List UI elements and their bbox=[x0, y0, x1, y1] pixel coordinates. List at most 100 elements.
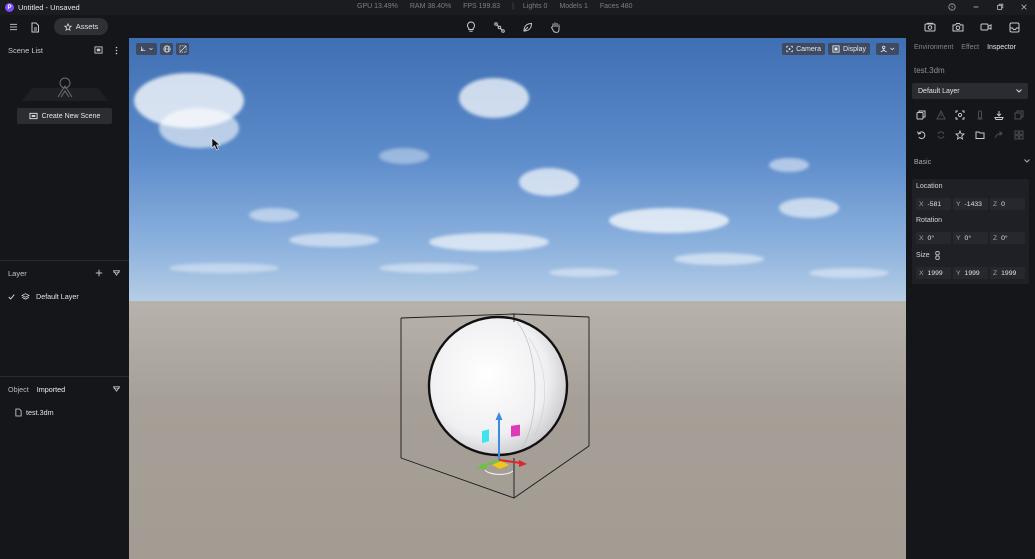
tab-imported[interactable]: Imported bbox=[37, 385, 65, 394]
axis-x-label: X bbox=[919, 200, 924, 208]
layers-icon bbox=[21, 293, 30, 300]
location-label: Location bbox=[916, 183, 943, 190]
axis-x-label: X bbox=[919, 269, 924, 277]
3d-viewport[interactable]: Camera Display bbox=[129, 38, 906, 559]
minimize-button[interactable] bbox=[971, 2, 981, 12]
camera-button[interactable]: Camera bbox=[782, 43, 825, 55]
rotation-y-field[interactable]: Y 0° bbox=[953, 232, 988, 244]
material-icon[interactable] bbox=[954, 129, 966, 141]
more-options-icon[interactable] bbox=[110, 43, 122, 57]
snap-dropdown-button[interactable] bbox=[876, 43, 899, 55]
rotation-x-field[interactable]: X 0° bbox=[916, 232, 951, 244]
window-title: Untitled - Unsaved bbox=[18, 3, 80, 12]
size-y-value: 1999 bbox=[964, 269, 980, 277]
stats-separator: | bbox=[512, 3, 514, 10]
axis-x-label: X bbox=[919, 234, 924, 242]
photo-camera-icon[interactable] bbox=[950, 19, 966, 35]
transform-properties: Location X -581 Y -1433 Z0 Rotation X 0° Y0… bbox=[912, 179, 1029, 284]
rotation-z-field[interactable]: Z 0° bbox=[990, 232, 1025, 244]
warning-icon[interactable] bbox=[935, 109, 947, 121]
folder-icon[interactable] bbox=[974, 129, 986, 141]
app-logo-icon: P bbox=[5, 3, 14, 12]
restore-button[interactable] bbox=[995, 2, 1005, 12]
rotation-x-value: 0° bbox=[927, 234, 935, 242]
left-panel: Scene List Create New Scene Layer Defaul… bbox=[0, 38, 129, 559]
axis-z-label: Z bbox=[993, 269, 998, 277]
object-tabs: Object Imported bbox=[8, 385, 65, 394]
tab-object[interactable]: Object bbox=[8, 385, 29, 394]
group-icon[interactable] bbox=[1013, 129, 1025, 141]
location-x-field[interactable]: X -581 bbox=[916, 198, 951, 210]
add-layer-button[interactable] bbox=[92, 266, 106, 280]
axis-dropdown-button[interactable] bbox=[136, 43, 157, 55]
location-z-value: 0 bbox=[1001, 200, 1005, 208]
checkmark-icon[interactable] bbox=[8, 293, 15, 300]
object-filter-icon[interactable] bbox=[110, 382, 122, 396]
leaf-icon[interactable] bbox=[519, 19, 535, 35]
undo-icon[interactable] bbox=[915, 129, 927, 141]
create-new-scene-button[interactable]: Create New Scene bbox=[17, 108, 112, 124]
right-panel: Environment Effect Inspector test.3dm De… bbox=[906, 38, 1035, 559]
document-icon[interactable] bbox=[27, 19, 43, 35]
lightbulb-icon[interactable] bbox=[463, 19, 479, 35]
close-button[interactable] bbox=[1019, 2, 1029, 12]
chevron-down-icon bbox=[149, 47, 153, 51]
layer-name: Default Layer bbox=[36, 292, 79, 301]
hand-icon[interactable] bbox=[547, 19, 563, 35]
file-list-item[interactable]: test.3dm bbox=[15, 408, 54, 417]
scene-add-icon bbox=[29, 112, 38, 120]
axis-z-label: Z bbox=[993, 234, 998, 242]
video-camera-icon[interactable] bbox=[978, 19, 994, 35]
measure-button[interactable] bbox=[176, 43, 189, 55]
tab-inspector[interactable]: Inspector bbox=[987, 44, 1016, 51]
size-y-field[interactable]: Y 1999 bbox=[953, 267, 988, 279]
fps-stat: FPS 199.83 bbox=[463, 3, 501, 10]
inspector-tabs: Environment Effect Inspector bbox=[914, 44, 1016, 51]
basic-section-header[interactable]: Basic bbox=[914, 159, 1030, 166]
grid-sphere-button[interactable] bbox=[160, 43, 173, 55]
share-icon[interactable] bbox=[993, 129, 1005, 141]
duplicate-icon[interactable] bbox=[1013, 109, 1025, 121]
title-bar: P Untitled - Unsaved GPU 13.49% RAM 38.4… bbox=[0, 0, 1035, 15]
scene-object-sphere[interactable] bbox=[389, 308, 599, 508]
inbox-icon[interactable] bbox=[1006, 19, 1022, 35]
render-camera-icon[interactable] bbox=[922, 19, 938, 35]
assets-label: Assets bbox=[75, 22, 99, 31]
tab-environment[interactable]: Environment bbox=[914, 44, 953, 51]
layer-row[interactable]: Default Layer bbox=[8, 291, 123, 302]
hamburger-menu-icon[interactable] bbox=[5, 19, 21, 35]
chevron-down-icon bbox=[1016, 89, 1022, 93]
link-proportions-icon[interactable] bbox=[935, 251, 940, 260]
location-y-field[interactable]: Y -1433 bbox=[953, 198, 988, 210]
chevron-down-icon bbox=[890, 47, 895, 51]
scene-image-icon[interactable] bbox=[91, 43, 105, 57]
display-button[interactable]: Display bbox=[828, 43, 870, 55]
location-z-field[interactable]: Z0 bbox=[990, 198, 1025, 210]
drop-to-ground-icon[interactable] bbox=[993, 109, 1005, 121]
divider bbox=[0, 260, 129, 261]
size-x-field[interactable]: X 1999 bbox=[916, 267, 951, 279]
size-label-row: Size bbox=[916, 251, 940, 260]
assets-button[interactable]: Assets bbox=[54, 18, 108, 35]
basic-label: Basic bbox=[914, 159, 932, 166]
size-x-value: 1999 bbox=[927, 269, 943, 277]
layer-select[interactable]: Default Layer bbox=[912, 83, 1028, 99]
size-label: Size bbox=[916, 252, 930, 259]
axis-z-label: Z bbox=[993, 200, 998, 208]
layer-select-value: Default Layer bbox=[918, 87, 960, 95]
tab-effect[interactable]: Effect bbox=[961, 44, 979, 51]
object-tools-grid bbox=[915, 109, 1032, 141]
copy-icon[interactable] bbox=[915, 109, 927, 121]
focus-object-icon[interactable] bbox=[954, 109, 966, 121]
ram-stat: RAM 38.40% bbox=[409, 3, 452, 10]
assets-icon bbox=[63, 22, 72, 31]
node-path-icon[interactable] bbox=[491, 19, 507, 35]
file-name: test.3dm bbox=[26, 408, 54, 417]
refresh-icon[interactable] bbox=[935, 129, 947, 141]
help-icon[interactable]: ? bbox=[947, 2, 957, 12]
location-y-value: -1433 bbox=[964, 200, 982, 208]
lock-icon[interactable] bbox=[974, 109, 986, 121]
layer-filter-icon[interactable] bbox=[110, 266, 122, 280]
size-z-field[interactable]: Z 1999 bbox=[990, 267, 1025, 279]
svg-text:?: ? bbox=[951, 5, 954, 11]
